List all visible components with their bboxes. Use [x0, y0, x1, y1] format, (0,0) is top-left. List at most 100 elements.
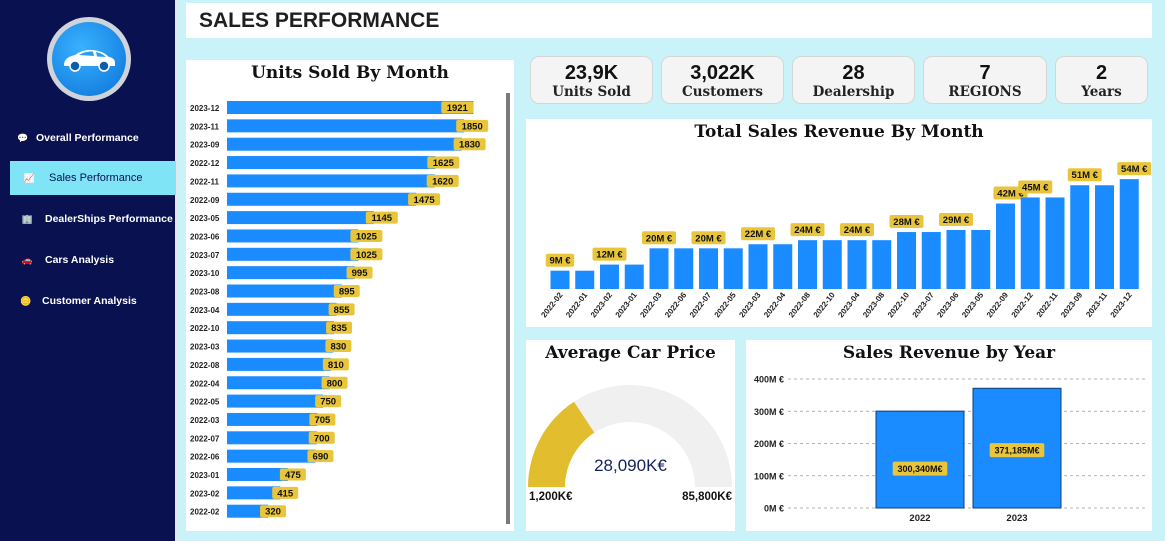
data-label: 24M € [794, 225, 821, 236]
x-tick-label: 2022-10 [812, 290, 838, 319]
data-label: 1145 [371, 213, 392, 224]
bar [1119, 179, 1139, 289]
data-label: 45M € [1022, 182, 1049, 193]
x-tick-label: 2022-07 [688, 290, 714, 319]
kpi-value: 2 [1095, 62, 1108, 84]
data-label: 28M € [893, 217, 920, 228]
building-icon: 🏢 [21, 213, 34, 224]
kpi-years: 2 Years [1055, 56, 1148, 104]
bar [600, 264, 619, 289]
x-tick-label: 2022-05 [713, 290, 739, 319]
gauge-max-label: 85,800K€ [682, 491, 732, 503]
bar [227, 156, 436, 170]
x-tick-label: 2022-12 [1010, 290, 1036, 319]
units-by-month-panel: Units Sold By Month 2023-12 1921 2023-11 18… [186, 60, 514, 531]
x-tick-label: 2023-09 [1059, 290, 1085, 319]
x-tick-label: 2023-08 [861, 290, 887, 319]
bar [227, 339, 334, 353]
bar [822, 240, 842, 289]
sidebar-item-label: DealerShips Performance [45, 213, 173, 225]
bar [1070, 185, 1090, 289]
bar [1045, 197, 1065, 289]
data-label: 320 [265, 507, 281, 518]
kpi-value: 28 [842, 62, 865, 84]
sidebar-item-label: Sales Performance [49, 172, 143, 184]
y-tick-label: 2023-12 [190, 104, 220, 113]
y-tick-label: 2022-04 [190, 379, 220, 388]
data-label: 1025 [356, 231, 378, 242]
car-small-icon: 🚗 [21, 254, 34, 265]
bar [227, 137, 462, 151]
bar [723, 248, 743, 289]
data-label: 895 [339, 287, 356, 298]
bar [227, 394, 324, 408]
sidebar-item-cars-analysis[interactable]: 🚗 Cars Analysis [10, 243, 176, 277]
data-label: 995 [352, 268, 369, 279]
bar [624, 264, 644, 289]
y-tick-label: 2023-08 [190, 288, 220, 297]
car-icon [52, 22, 126, 96]
bar [227, 376, 330, 390]
data-label: 20M € [695, 233, 722, 244]
revenue-by-year-panel: Sales Revenue by Year 400M €300M €200M €… [746, 340, 1152, 531]
y-tick-label: 0M € [764, 504, 784, 514]
y-tick-label: 2023-07 [190, 251, 220, 260]
bar [996, 203, 1015, 289]
data-label: 1830 [459, 140, 480, 151]
data-label: 9M € [549, 256, 571, 267]
page-title: SALES PERFORMANCE [199, 9, 440, 32]
y-tick-label: 400M € [754, 375, 784, 385]
bar [875, 410, 965, 509]
bar [971, 230, 991, 289]
kpi-regions: 7 REGIONS [923, 56, 1047, 104]
bar [227, 357, 331, 371]
bar [1020, 197, 1040, 289]
x-tick-label: 2022-01 [564, 290, 590, 319]
data-label: 1025 [356, 250, 378, 261]
gauge-min-label: 1,200K€ [529, 491, 573, 503]
sidebar-item-overall-performance[interactable]: 💬 Overall Performance [10, 121, 176, 155]
y-tick-label: 2023-10 [190, 269, 220, 278]
bar [227, 302, 337, 316]
bar [550, 270, 570, 289]
bar [227, 412, 318, 426]
bar [227, 211, 374, 225]
data-label: 51M € [1072, 170, 1099, 181]
bar [227, 468, 288, 481]
page-header: SALES PERFORMANCE [186, 3, 1152, 38]
x-tick-label: 2023-07 [911, 290, 937, 319]
data-label: 810 [328, 360, 344, 371]
coin-icon: 🪙 [20, 295, 32, 306]
kpi-value: 23,9K [564, 62, 619, 84]
y-tick-label: 2022-03 [190, 416, 220, 425]
bar [227, 266, 355, 280]
data-label: 22M € [745, 229, 772, 240]
x-tick-label: 2023 [1006, 513, 1027, 524]
sidebar: 💬 Overall Performance 📈 Sales Performanc… [0, 0, 178, 541]
chart-icon: 📈 [23, 172, 36, 183]
sidebar-item-customer-analysis[interactable]: 🪙 Customer Analysis [10, 284, 176, 318]
bar [921, 232, 941, 289]
sidebar-item-sales-performance[interactable]: 📈 Sales Performance [10, 161, 176, 195]
sidebar-item-dealerships-performance[interactable]: 🏢 DealerShips Performance [10, 202, 176, 236]
y-tick-label: 2023-04 [190, 306, 220, 315]
x-tick-label: 2023-12 [1109, 290, 1135, 319]
x-tick-label: 2023-05 [960, 290, 986, 319]
kpi-customers: 3,022K Customers [661, 56, 784, 104]
data-label: 475 [285, 470, 302, 481]
x-tick-label: 2022-11 [1035, 290, 1060, 319]
x-tick-label: 2023-11 [1084, 290, 1109, 319]
x-tick-label: 2023-03 [737, 290, 763, 319]
speech-bubble-icon: 💬 [17, 132, 29, 143]
bar [798, 240, 817, 289]
revenue-by-month-panel: Total Sales Revenue By Month 9M €2022-02… [526, 119, 1152, 327]
data-label: 24M € [844, 225, 871, 236]
data-label: 1620 [432, 176, 453, 187]
x-tick-label: 2023-01 [614, 290, 640, 319]
data-label: 20M € [646, 233, 673, 244]
sidebar-item-label: Customer Analysis [42, 295, 137, 307]
data-label: 855 [334, 305, 351, 316]
data-label: 1921 [447, 103, 469, 114]
bar [227, 229, 359, 243]
units-chart-scrollbar[interactable] [506, 93, 510, 524]
